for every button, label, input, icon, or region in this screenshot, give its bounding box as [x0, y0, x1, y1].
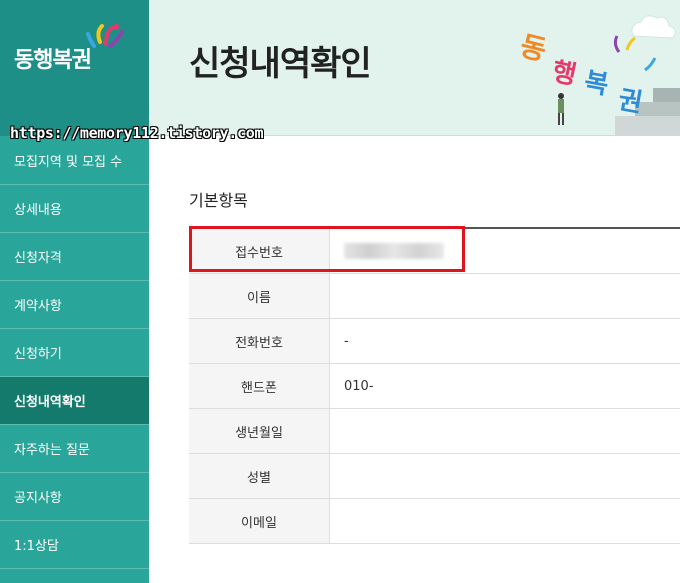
table-row: 이메일	[189, 499, 680, 544]
logo-area: 동행복권	[0, 0, 149, 136]
logo-icon	[86, 24, 124, 48]
row-value	[330, 454, 680, 498]
sidebar-item-apply[interactable]: 신청하기	[0, 329, 149, 377]
svg-text:행: 행	[549, 57, 579, 91]
table-row: 접수번호	[189, 229, 680, 274]
watermark-url: https://memory112.tistory.com	[10, 124, 264, 142]
svg-text:동: 동	[517, 29, 550, 67]
table-row: 이름	[189, 274, 680, 319]
logo-text[interactable]: 동행복권	[14, 42, 92, 74]
sidebar-item-label: 상세내용	[14, 203, 62, 218]
sidebar-item-label: 자주하는 질문	[14, 443, 90, 458]
sidebar-item-label: 모집지역 및 모집 수	[14, 154, 123, 170]
sidebar-item-label: 계약사항	[14, 299, 62, 314]
section-title: 기본항목	[189, 191, 248, 210]
row-value: 010-	[344, 378, 374, 394]
sidebar-item-notice[interactable]: 공지사항	[0, 473, 149, 521]
sidebar-item-consult[interactable]: 1:1상담	[0, 521, 149, 569]
sidebar-item-label: 1:1상담	[14, 539, 59, 554]
sidebar-item-label: 신청하기	[14, 347, 62, 362]
row-label: 생년월일	[189, 409, 330, 453]
svg-text:복: 복	[582, 67, 611, 101]
row-label: 전화번호	[189, 319, 330, 363]
row-label: 핸드폰	[189, 364, 330, 408]
table-row: 핸드폰 010-	[189, 364, 680, 409]
sidebar-item-eligibility[interactable]: 신청자격	[0, 233, 149, 281]
row-value	[330, 409, 680, 453]
sidebar-item-details[interactable]: 상세내용	[0, 185, 149, 233]
sidebar-item-label: 공지사항	[14, 491, 62, 506]
sidebar-item-faq[interactable]: 자주하는 질문	[0, 425, 149, 473]
sidebar-nav: 모집지역 및 모집 수 상세내용 신청자격 계약사항 신청하기 신청내역확인 자…	[0, 136, 149, 569]
info-table: 접수번호 이름 전화번호 - 핸드폰 010- 생년월일 성별 이메일	[189, 227, 680, 544]
row-value: -	[344, 333, 349, 349]
receipt-number-value	[330, 229, 680, 273]
page-header: 신청내역확인 동 행 복 권	[149, 0, 680, 136]
redacted-value	[344, 243, 444, 259]
sidebar-item-contract[interactable]: 계약사항	[0, 281, 149, 329]
sidebar-item-application-check[interactable]: 신청내역확인	[0, 377, 149, 425]
page-title: 신청내역확인	[189, 44, 372, 84]
header-illustration: 동 행 복 권	[517, 15, 680, 135]
table-row: 성별	[189, 454, 680, 499]
sidebar-item-label: 신청자격	[14, 251, 62, 266]
row-label: 이름	[189, 274, 330, 318]
row-value	[330, 274, 680, 318]
row-label: 성별	[189, 454, 330, 498]
row-label: 접수번호	[189, 229, 330, 273]
table-row: 전화번호 -	[189, 319, 680, 364]
row-value	[330, 499, 680, 543]
sidebar-item-label: 신청내역확인	[14, 395, 86, 410]
sidebar-item-recruit-area[interactable]: 모집지역 및 모집 수	[0, 136, 149, 185]
table-row: 생년월일	[189, 409, 680, 454]
row-label: 이메일	[189, 499, 330, 543]
sidebar: 동행복권 모집지역 및 모집 수 상세내용 신청자격 계약사항 신청하기 신청내…	[0, 0, 149, 583]
